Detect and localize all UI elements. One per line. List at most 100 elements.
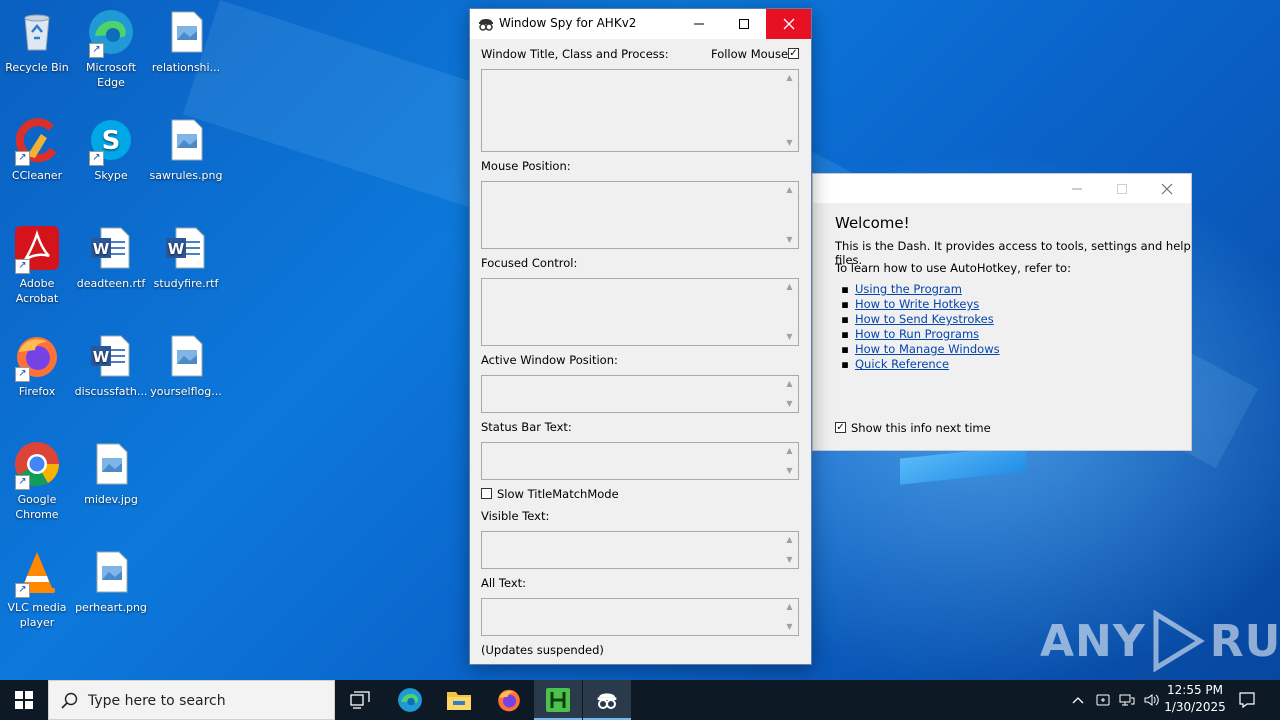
image-file-icon [171, 11, 203, 53]
link-run-programs[interactable]: How to Run Programs [855, 327, 979, 341]
clock-time: 12:55 PM [1167, 683, 1223, 697]
word-doc-icon: W [91, 227, 130, 269]
scrollbar[interactable]: ▲ ▼ [781, 279, 798, 345]
scrollbar[interactable]: ▲ ▼ [781, 443, 798, 479]
desktop-icon-label: Firefox [18, 385, 56, 398]
desktop-icon-discussfath[interactable]: W discussfath... [74, 332, 148, 399]
scroll-down-icon[interactable]: ▼ [781, 397, 798, 411]
label-focused-control: Focused Control: [481, 256, 578, 270]
spy-window-title: Window Spy for AHKv2 [499, 16, 637, 30]
anyrun-watermark: ANY RUN [1040, 610, 1280, 672]
minimize-icon [693, 23, 704, 25]
scroll-down-icon[interactable]: ▼ [781, 330, 798, 344]
scrollbar[interactable]: ▲ ▼ [781, 70, 798, 151]
dash-close-button[interactable] [1144, 174, 1189, 203]
spy-titlebar[interactable]: Window Spy for AHKv2 [470, 9, 811, 39]
tray-volume-button[interactable] [1140, 680, 1162, 720]
tray-network-button[interactable] [1116, 680, 1138, 720]
svg-text:W: W [93, 348, 110, 366]
scroll-up-icon[interactable]: ▲ [781, 183, 798, 197]
slow-titlematchmode-checkbox[interactable] [481, 488, 492, 499]
desktop-icon-perheart[interactable]: perheart.png [74, 548, 148, 615]
scrollbar[interactable]: ▲ ▼ [781, 182, 798, 248]
taskbar-firefox[interactable] [485, 680, 533, 720]
desktop-icon-vlc[interactable]: ↗ VLC media player [0, 548, 74, 630]
scroll-down-icon[interactable]: ▼ [781, 233, 798, 247]
dash-minimize-button[interactable] [1054, 174, 1099, 203]
task-view-button[interactable] [336, 680, 384, 720]
taskbar-file-explorer[interactable] [435, 680, 483, 720]
dash-titlebar[interactable] [813, 174, 1191, 203]
desktop-icon-deadteen[interactable]: W deadteen.rtf [74, 224, 148, 291]
taskbar-window-spy[interactable] [583, 680, 631, 720]
link-send-keystrokes[interactable]: How to Send Keystrokes [855, 312, 994, 326]
scroll-up-icon[interactable]: ▲ [781, 533, 798, 547]
scrollbar[interactable]: ▲ ▼ [781, 599, 798, 635]
mouse-position-textbox[interactable]: ▲ ▼ [481, 181, 799, 249]
visible-text-textbox[interactable]: ▲ ▼ [481, 531, 799, 569]
scroll-down-icon[interactable]: ▼ [781, 620, 798, 634]
label-all-text: All Text: [481, 576, 527, 590]
dash-learn-text: To learn how to use AutoHotkey, refer to… [835, 261, 1071, 275]
show-info-checkbox[interactable]: ✓ [835, 422, 846, 433]
scroll-down-icon[interactable]: ▼ [781, 136, 798, 150]
desktop-icon-midev[interactable]: midev.jpg [74, 440, 148, 507]
start-button[interactable] [0, 680, 48, 720]
taskbar-autohotkey-dash[interactable] [534, 680, 582, 720]
scroll-up-icon[interactable]: ▲ [781, 444, 798, 458]
desktop-icon-label: perheart.png [75, 601, 147, 614]
desktop-icon-label: CCleaner [11, 169, 63, 182]
desktop-icon-studyfire[interactable]: W studyfire.rtf [149, 224, 223, 291]
scroll-up-icon[interactable]: ▲ [781, 377, 798, 391]
desktop-icon-google-chrome[interactable]: ↗ Google Chrome [0, 440, 74, 522]
search-placeholder: Type here to search [88, 693, 226, 709]
desktop-icon-ccleaner[interactable]: ↗ CCleaner [0, 116, 74, 183]
desktop-icon-label: deadteen.rtf [76, 277, 146, 290]
taskbar-edge[interactable] [386, 680, 434, 720]
link-quick-reference[interactable]: Quick Reference [855, 357, 949, 371]
desktop-icon-label: VLC media player [7, 601, 67, 629]
scroll-down-icon[interactable]: ▼ [781, 464, 798, 478]
all-text-textbox[interactable]: ▲ ▼ [481, 598, 799, 636]
scrollbar[interactable]: ▲ ▼ [781, 532, 798, 568]
link-write-hotkeys[interactable]: How to Write Hotkeys [855, 297, 979, 311]
desktop-icon-sawrules[interactable]: sawrules.png [149, 116, 223, 183]
tray-security-button[interactable] [1092, 680, 1114, 720]
scroll-up-icon[interactable]: ▲ [781, 600, 798, 614]
svg-text:W: W [168, 240, 185, 258]
desktop-icon-relationshi[interactable]: relationshi... [149, 8, 223, 75]
defender-icon [1096, 694, 1110, 706]
maximize-icon [738, 19, 749, 29]
follow-mouse-checkbox[interactable]: ✓ [788, 48, 799, 59]
desktop-icon-label: Google Chrome [15, 493, 59, 521]
notification-center-button[interactable] [1232, 680, 1262, 720]
desktop-icon-skype[interactable]: S ↗ Skype [74, 116, 148, 183]
scrollbar[interactable]: ▲ ▼ [781, 376, 798, 412]
link-using-the-program[interactable]: Using the Program [855, 282, 962, 296]
desktop-icon-microsoft-edge[interactable]: ↗ Microsoft Edge [74, 8, 148, 90]
spy-minimize-button[interactable] [676, 9, 721, 39]
taskbar-clock[interactable]: 12:55 PM 1/30/2025 [1162, 682, 1228, 716]
word-doc-icon: W [166, 227, 205, 269]
dash-maximize-button[interactable] [1099, 174, 1144, 203]
status-bar-textbox[interactable]: ▲ ▼ [481, 442, 799, 480]
edge-icon [398, 688, 422, 712]
scroll-down-icon[interactable]: ▼ [781, 553, 798, 567]
tray-overflow-button[interactable] [1068, 680, 1088, 720]
desktop-icon-recycle-bin[interactable]: Recycle Bin [0, 8, 74, 75]
taskbar-search-box[interactable]: Type here to search [48, 680, 335, 720]
spy-maximize-button[interactable] [721, 9, 766, 39]
windows-logo-icon [15, 691, 33, 709]
desktop-icon-firefox[interactable]: ↗ Firefox [0, 332, 74, 399]
scroll-up-icon[interactable]: ▲ [781, 71, 798, 85]
desktop-icon-yourselflog[interactable]: yourselflog... [149, 332, 223, 399]
spy-close-button[interactable] [766, 9, 811, 39]
link-manage-windows[interactable]: How to Manage Windows [855, 342, 1000, 356]
focused-control-textbox[interactable]: ▲ ▼ [481, 278, 799, 346]
search-icon [61, 692, 78, 709]
window-title-textbox[interactable]: ▲ ▼ [481, 69, 799, 152]
scroll-up-icon[interactable]: ▲ [781, 280, 798, 294]
active-window-position-textbox[interactable]: ▲ ▼ [481, 375, 799, 413]
folder-icon [447, 692, 471, 710]
desktop-icon-adobe-acrobat[interactable]: ↗ Adobe Acrobat [0, 224, 74, 306]
